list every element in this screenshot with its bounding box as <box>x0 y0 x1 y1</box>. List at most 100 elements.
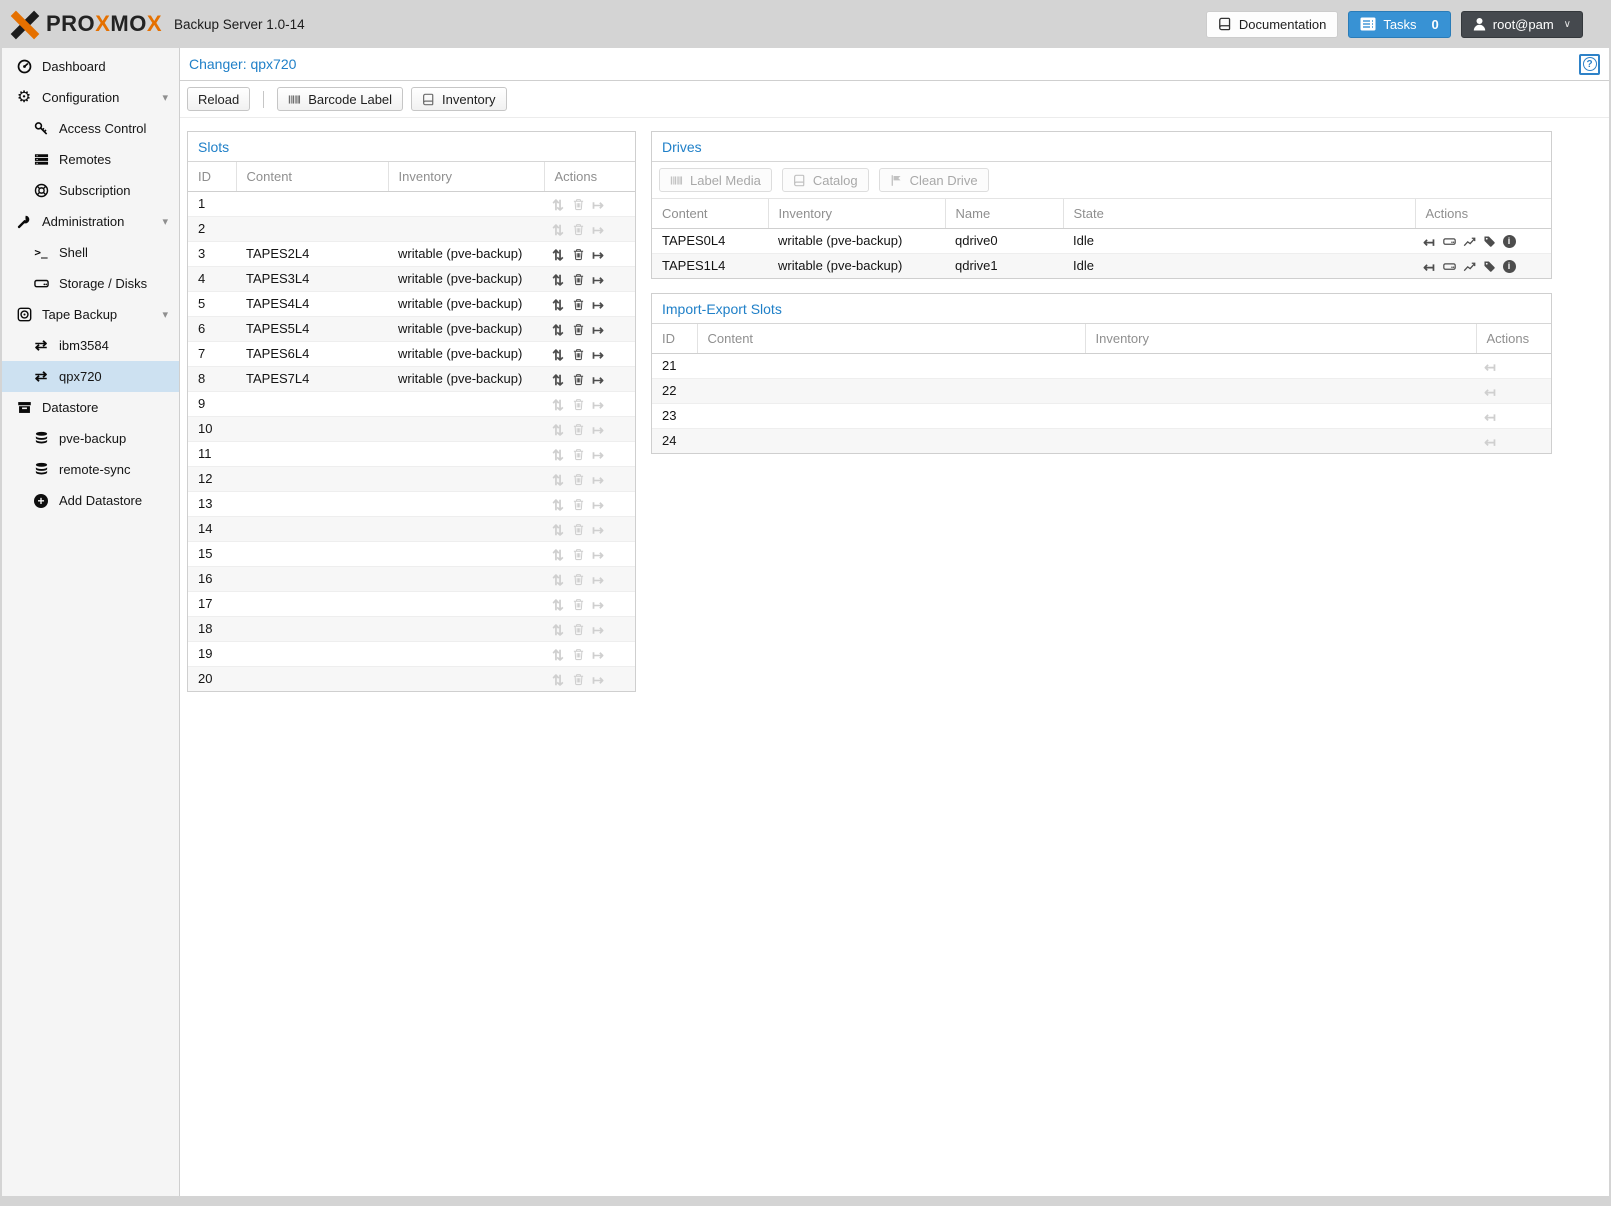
column-header-actions[interactable]: Actions <box>1476 324 1551 354</box>
trash-icon[interactable] <box>570 373 586 386</box>
drive-row-qdrive1[interactable]: TAPES1L4writable (pve-backup)qdrive1Idle… <box>652 254 1551 279</box>
transfer-icon[interactable]: ⇅ <box>550 248 566 262</box>
slot-inventory-cell <box>388 217 544 242</box>
sidebar-item-configuration[interactable]: ⚙Configuration▾ <box>2 82 179 113</box>
column-header-state[interactable]: State <box>1063 199 1415 229</box>
slot-row-5[interactable]: 5TAPES4L4writable (pve-backup)⇅↦ <box>188 292 635 317</box>
transfer-icon[interactable]: ⇅ <box>550 323 566 337</box>
slot-row-14[interactable]: 14⇅↦ <box>188 517 635 542</box>
chart-icon[interactable] <box>1461 235 1477 248</box>
caret-down-icon[interactable]: ▾ <box>162 308 168 321</box>
drive-icon[interactable] <box>1441 260 1457 273</box>
tag-icon[interactable] <box>1481 260 1497 273</box>
info-icon[interactable]: i <box>1501 260 1517 273</box>
slot-row-15[interactable]: 15⇅↦ <box>188 542 635 567</box>
slot-row-7[interactable]: 7TAPES6L4writable (pve-backup)⇅↦ <box>188 342 635 367</box>
trash-icon[interactable] <box>570 348 586 361</box>
import-export-row-21[interactable]: 21↤ <box>652 354 1551 379</box>
slot-row-9[interactable]: 9⇅↦ <box>188 392 635 417</box>
slot-row-20[interactable]: 20⇅↦ <box>188 667 635 692</box>
sidebar-item-remote-sync[interactable]: remote-sync <box>2 454 179 485</box>
trash-icon[interactable] <box>570 273 586 286</box>
tasks-button[interactable]: Tasks 0 <box>1348 11 1450 38</box>
sidebar-item-remotes[interactable]: Remotes <box>2 144 179 175</box>
slot-row-4[interactable]: 4TAPES3L4writable (pve-backup)⇅↦ <box>188 267 635 292</box>
export-icon[interactable]: ↦ <box>590 273 606 287</box>
help-button[interactable]: ? <box>1579 54 1600 75</box>
slot-row-17[interactable]: 17⇅↦ <box>188 592 635 617</box>
column-header-content[interactable]: Content <box>652 199 768 229</box>
import-export-content-cell <box>697 404 1085 429</box>
slot-row-2[interactable]: 2⇅↦ <box>188 217 635 242</box>
export-icon[interactable]: ↦ <box>590 248 606 262</box>
sidebar-item-shell[interactable]: >_Shell <box>2 237 179 268</box>
slot-row-16[interactable]: 16⇅↦ <box>188 567 635 592</box>
export-icon[interactable]: ↦ <box>590 298 606 312</box>
slot-row-11[interactable]: 11⇅↦ <box>188 442 635 467</box>
catalog-button[interactable]: Catalog <box>782 168 869 192</box>
inventory-button[interactable]: Inventory <box>411 87 506 111</box>
slot-row-13[interactable]: 13⇅↦ <box>188 492 635 517</box>
sidebar-item-access-control[interactable]: Access Control <box>2 113 179 144</box>
column-header-name[interactable]: Name <box>945 199 1063 229</box>
drives-panel: Drives Label Media Catalog Clean Driv <box>651 131 1552 279</box>
slot-row-19[interactable]: 19⇅↦ <box>188 642 635 667</box>
transfer-icon[interactable]: ⇅ <box>550 273 566 287</box>
unload-icon[interactable]: ↤ <box>1421 260 1437 274</box>
column-header-actions[interactable]: Actions <box>544 162 635 192</box>
sidebar-item-datastore[interactable]: Datastore <box>2 392 179 423</box>
import-export-row-22[interactable]: 22↤ <box>652 379 1551 404</box>
sidebar-item-storage-disks[interactable]: Storage / Disks <box>2 268 179 299</box>
import-export-row-23[interactable]: 23↤ <box>652 404 1551 429</box>
column-header-content[interactable]: Content <box>236 162 388 192</box>
slot-row-6[interactable]: 6TAPES5L4writable (pve-backup)⇅↦ <box>188 317 635 342</box>
label-media-button[interactable]: Label Media <box>659 168 772 192</box>
trash-icon[interactable] <box>570 323 586 336</box>
column-header-actions[interactable]: Actions <box>1415 199 1551 229</box>
info-icon[interactable]: i <box>1501 235 1517 248</box>
slot-row-1[interactable]: 1⇅↦ <box>188 192 635 217</box>
sidebar-item-ibm3584[interactable]: ⇄ibm3584 <box>2 330 179 361</box>
drive-row-qdrive0[interactable]: TAPES0L4writable (pve-backup)qdrive0Idle… <box>652 229 1551 254</box>
slot-row-18[interactable]: 18⇅↦ <box>188 617 635 642</box>
column-header-inventory[interactable]: Inventory <box>1085 324 1476 354</box>
import-export-inventory-cell <box>1085 354 1476 379</box>
slot-row-12[interactable]: 12⇅↦ <box>188 467 635 492</box>
import-export-row-24[interactable]: 24↤ <box>652 429 1551 454</box>
chart-icon[interactable] <box>1461 260 1477 273</box>
caret-down-icon[interactable]: ▾ <box>162 91 168 104</box>
transfer-icon[interactable]: ⇅ <box>550 348 566 362</box>
unload-icon[interactable]: ↤ <box>1421 235 1437 249</box>
sidebar-item-pve-backup[interactable]: pve-backup <box>2 423 179 454</box>
transfer-icon[interactable]: ⇅ <box>550 373 566 387</box>
column-header-content[interactable]: Content <box>697 324 1085 354</box>
slot-row-10[interactable]: 10⇅↦ <box>188 417 635 442</box>
sidebar-item-tape-backup[interactable]: Tape Backup▾ <box>2 299 179 330</box>
user-menu-button[interactable]: root@pam ∨ <box>1461 11 1583 38</box>
column-header-id[interactable]: ID <box>188 162 236 192</box>
trash-icon[interactable] <box>570 248 586 261</box>
export-icon[interactable]: ↦ <box>590 373 606 387</box>
export-icon[interactable]: ↦ <box>590 348 606 362</box>
sidebar-item-administration[interactable]: Administration▾ <box>2 206 179 237</box>
sidebar-item-dashboard[interactable]: Dashboard <box>2 51 179 82</box>
tag-icon[interactable] <box>1481 235 1497 248</box>
slot-inventory-cell: writable (pve-backup) <box>388 342 544 367</box>
export-icon[interactable]: ↦ <box>590 323 606 337</box>
reload-button[interactable]: Reload <box>187 87 250 111</box>
documentation-button[interactable]: Documentation <box>1206 11 1338 38</box>
transfer-icon[interactable]: ⇅ <box>550 298 566 312</box>
sidebar-item-add-datastore[interactable]: +Add Datastore <box>2 485 179 516</box>
trash-icon[interactable] <box>570 298 586 311</box>
slot-row-3[interactable]: 3TAPES2L4writable (pve-backup)⇅↦ <box>188 242 635 267</box>
clean-drive-button[interactable]: Clean Drive <box>879 168 989 192</box>
barcode-label-button[interactable]: Barcode Label <box>277 87 403 111</box>
column-header-inventory[interactable]: Inventory <box>388 162 544 192</box>
sidebar-item-subscription[interactable]: Subscription <box>2 175 179 206</box>
sidebar-item-qpx720[interactable]: ⇄qpx720 <box>2 361 179 392</box>
caret-down-icon[interactable]: ▾ <box>162 215 168 228</box>
column-header-inventory[interactable]: Inventory <box>768 199 945 229</box>
column-header-id[interactable]: ID <box>652 324 697 354</box>
drive-icon[interactable] <box>1441 235 1457 248</box>
slot-row-8[interactable]: 8TAPES7L4writable (pve-backup)⇅↦ <box>188 367 635 392</box>
